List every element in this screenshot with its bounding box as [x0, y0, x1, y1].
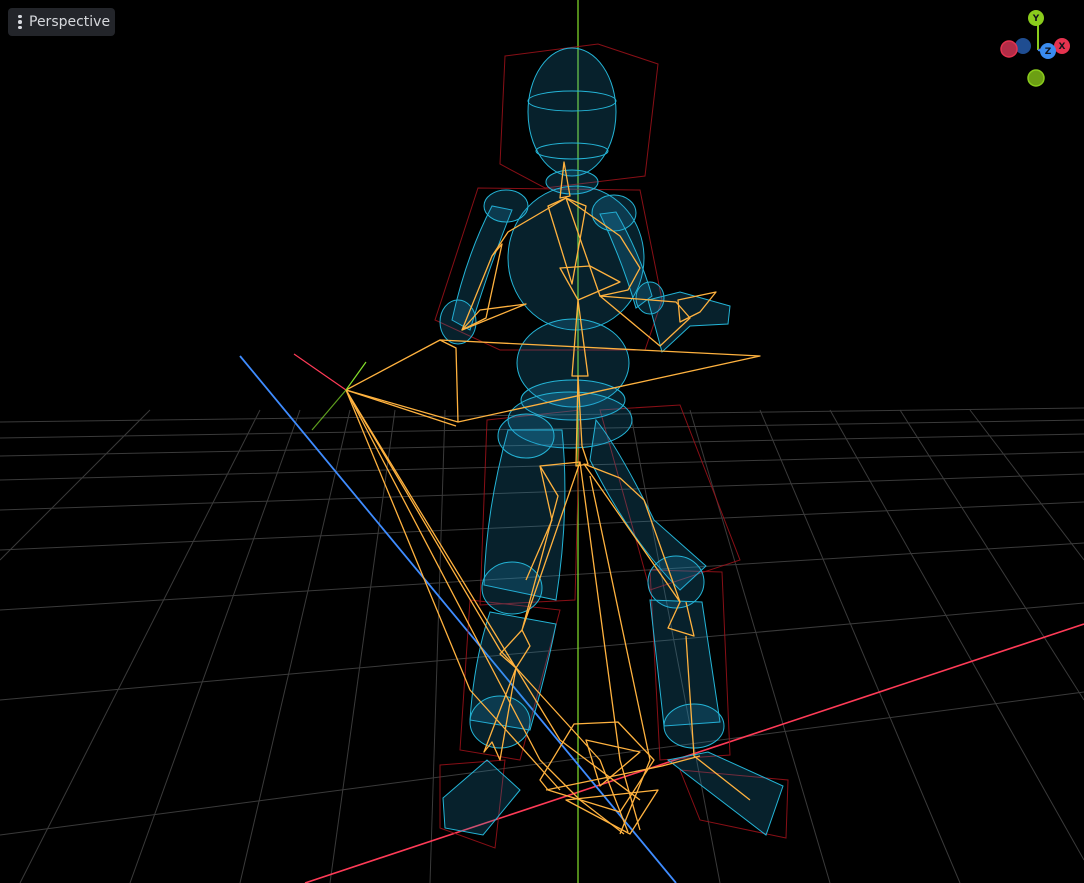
viewport-canvas[interactable] [0, 0, 1084, 883]
perspective-label: Perspective [29, 14, 111, 30]
gizmo-neg-y-handle[interactable] [1027, 69, 1045, 87]
gizmo-y-label: Y [1032, 14, 1040, 24]
gizmo-z-label: Z [1045, 47, 1052, 57]
gizmo-neg-z-handle[interactable] [1015, 38, 1031, 54]
gizmo-x-label: X [1059, 42, 1066, 52]
gizmo-neg-x-handle[interactable] [1000, 40, 1018, 58]
view-menu-button[interactable]: Perspective [8, 8, 116, 36]
orientation-gizmo[interactable]: X Y Z [996, 6, 1080, 90]
3d-viewport[interactable] [0, 0, 1084, 883]
kebab-menu-icon [18, 14, 22, 30]
